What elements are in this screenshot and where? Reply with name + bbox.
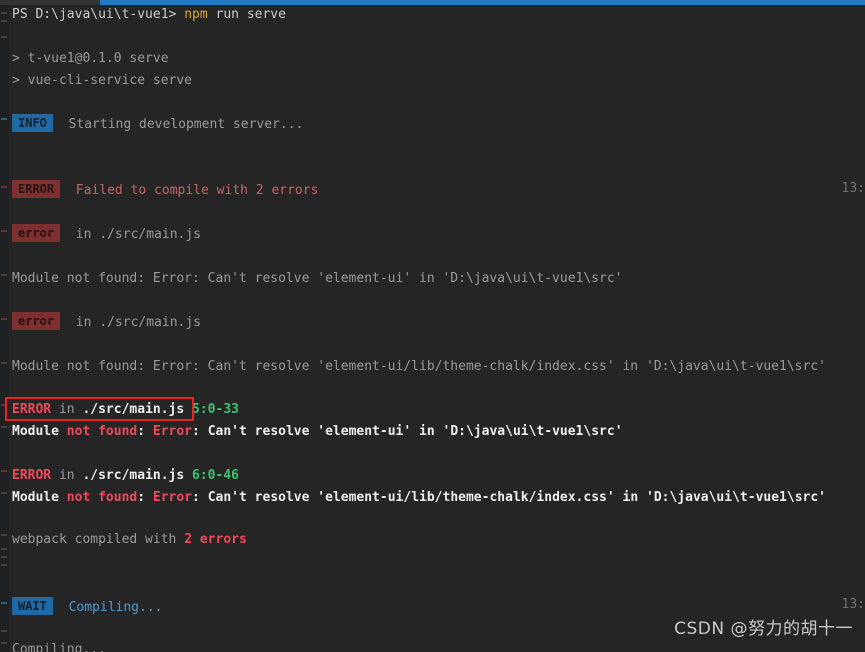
minimap-row-wait [1,602,7,604]
detail-colon1: : [137,424,146,439]
minimap-row [1,426,7,428]
minimap-row [1,548,7,550]
info-message: Starting development server... [68,117,304,132]
error-location-prefix: in [75,227,92,242]
minimap-row-info [1,118,7,120]
minimap-row [1,534,7,536]
webpack-error-preposition: in [58,402,75,417]
info-line: INFO Starting development server... [12,114,303,136]
detail-rest: Can't resolve 'element-ui/lib/theme-chal… [199,490,827,505]
minimap-row [1,556,7,558]
error-detail: Module not found: Error: Can't resolve '… [12,359,826,374]
minimap-row [1,630,7,632]
minimap-row-error [1,470,7,472]
detail-error-word: Error [152,490,193,505]
webpack-error-label: ERROR [12,468,52,483]
webpack-error-range: 6:0-46 [192,468,239,483]
minimap-row [1,36,7,38]
detail-notfound: not found [66,490,138,505]
minimap-row-error [1,230,7,232]
webpack-error-file: ./src/main.js [82,468,185,483]
detail-error-word: Error [152,424,193,439]
error-location-prefix: in [75,315,92,330]
error-file: ./src/main.js [99,227,202,242]
prompt-command-args: run serve [215,7,286,22]
minimap-row-error [1,404,7,406]
minimap-row-error [1,186,7,188]
prompt-path: D:\java\ui\t-vue1> [35,7,177,22]
webpack-summary-count: 2 errors [184,532,247,547]
webpack-error-detail: Module not found: Error: Can't resolve '… [12,421,623,443]
detail-notfound: not found [66,424,138,439]
trailing-compiling-line: Compiling... [12,642,106,652]
detail-colon2: : [192,490,200,505]
npm-script-line: > vue-cli-service serve [12,73,193,88]
webpack-error-label: ERROR [12,402,52,417]
minimap-row [1,642,7,644]
info-badge: INFO [12,114,53,132]
webpack-error-range: 5:0-33 [192,402,239,417]
webpack-summary-prefix: webpack compiled with [12,532,185,547]
minimap-row-error [1,318,7,320]
csdn-watermark: CSDN @努力的胡十一 [674,619,853,639]
error-file: ./src/main.js [99,315,202,330]
minimap-row [1,12,7,14]
terminal-minimap-gutter[interactable] [0,0,9,652]
webpack-error-detail: Module not found: Error: Can't resolve '… [12,487,826,509]
webpack-error-preposition: in [58,468,75,483]
wait-message: Compiling... [68,600,163,615]
detail-prefix: Module [12,424,59,439]
error-badge: error [12,224,61,242]
minimap-row [1,564,7,566]
terminal-output[interactable]: PS D:\java\ui\t-vue1> npm run serve > t-… [0,0,865,652]
webpack-summary-line: webpack compiled with 2 errors [12,529,247,551]
prompt-command-program: npm [184,7,208,22]
minimap-row [1,362,7,364]
error-block-header: error in ./src/main.js [12,312,201,334]
compile-failure-badge: ERROR [12,180,61,198]
wait-line: WAIT Compiling... [12,597,162,619]
wait-badge: WAIT [12,597,53,615]
webpack-error-header: ERROR in ./src/main.js 6:0-46 [12,465,239,487]
prompt-line: PS D:\java\ui\t-vue1> npm run serve [12,4,286,26]
terminal-window: PS D:\java\ui\t-vue1> npm run serve > t-… [0,0,865,652]
detail-colon1: : [137,490,146,505]
minimap-row [1,492,7,494]
active-tab-indicator [100,0,865,5]
minimap-row [1,20,7,22]
error-detail: Module not found: Error: Can't resolve '… [12,271,623,286]
compile-failure-message: Failed to compile with 2 errors [75,183,319,198]
prompt-shell: PS [12,7,28,22]
minimap-row [1,274,7,276]
error-badge: error [12,312,61,330]
webpack-error-file: ./src/main.js [82,402,185,417]
error-block-header: error in ./src/main.js [12,224,201,246]
npm-script-line: > t-vue1@0.1.0 serve [12,51,169,66]
detail-colon2: : [192,424,200,439]
detail-prefix: Module [12,490,59,505]
detail-rest: Can't resolve 'element-ui' in 'D:\java\u… [199,424,623,439]
compile-failure-line: ERROR Failed to compile with 2 errors [12,180,318,202]
webpack-error-header: ERROR in ./src/main.js 5:0-33 [12,399,239,421]
